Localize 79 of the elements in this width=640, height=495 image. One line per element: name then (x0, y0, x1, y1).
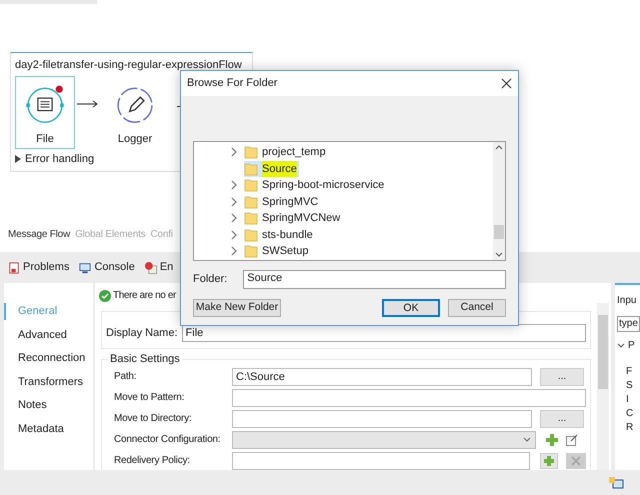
folder-icon (244, 162, 258, 176)
browse-button[interactable]: ... (540, 368, 584, 386)
tree-item[interactable]: P (628, 338, 635, 353)
properties-nav-item[interactable]: Metadata (4, 420, 93, 437)
dialog-title: Browse For Folder (187, 76, 278, 92)
field-label: Move to Directory: (113, 412, 193, 426)
folder-item[interactable]: sts-bundle (244, 226, 315, 243)
chevron-right-icon[interactable] (230, 213, 238, 224)
scrollbar[interactable] (597, 303, 609, 470)
problems-icon (8, 262, 20, 274)
scrollbar-thumb[interactable] (598, 315, 608, 389)
panel-tab[interactable]: Inpu (617, 293, 640, 308)
delete-icon[interactable] (566, 452, 586, 468)
text-field[interactable] (232, 452, 530, 470)
field-label: Path: (113, 370, 138, 384)
dialog-button[interactable]: Make New Folder (193, 299, 281, 317)
folder-icon (244, 244, 258, 258)
folder-label: Folder: (193, 272, 228, 288)
folder-item[interactable]: Spring-boot-microservice (244, 177, 386, 194)
chevron-right-icon[interactable] (230, 147, 238, 158)
error-log-icon (144, 262, 157, 274)
folder-item[interactable]: Source (244, 160, 299, 177)
editor-tab[interactable]: Message Flow (8, 227, 70, 242)
perspective-icon[interactable] (608, 474, 624, 490)
properties-nav-item[interactable]: Transformers (4, 374, 93, 390)
tree-item[interactable]: C (626, 407, 640, 421)
tree-item[interactable]: R (626, 421, 640, 435)
folder-icon (244, 194, 258, 209)
scrollbar[interactable] (493, 142, 505, 260)
chevron-right-icon[interactable] (230, 246, 238, 256)
text-field[interactable] (232, 410, 532, 428)
monitor-icon (79, 262, 92, 274)
field-label: Connector Configuration: (113, 433, 222, 447)
check-circle-icon (99, 290, 111, 302)
folder-icon (244, 211, 258, 226)
folder-item[interactable]: project_temp (244, 144, 328, 160)
properties-nav-item[interactable]: Notes (4, 397, 93, 414)
properties-nav-item[interactable]: Advanced (4, 326, 93, 343)
scrollbar-thumb[interactable] (494, 225, 504, 239)
folder-icon (244, 145, 258, 160)
chevron-right-icon[interactable] (230, 180, 238, 190)
folder-item[interactable]: SpringMVCNew (244, 210, 342, 226)
arrow-icon (77, 100, 99, 108)
add-icon[interactable] (546, 434, 558, 446)
field-label: Redelivery Policy: (113, 454, 191, 468)
view-tab[interactable]: Console (94, 259, 135, 276)
expand-triangle-icon[interactable] (15, 154, 21, 163)
error-handling-label[interactable]: Error handling (25, 150, 94, 167)
close-icon[interactable] (501, 78, 512, 89)
chevron-right-icon[interactable] (230, 196, 238, 207)
caret-icon (523, 436, 531, 442)
properties-nav-item[interactable]: Reconnection (4, 350, 93, 366)
folder-field[interactable]: Source (243, 270, 506, 289)
folder-icon (244, 228, 258, 242)
view-tab[interactable]: En (160, 259, 174, 276)
browse-button[interactable]: ... (540, 410, 584, 428)
folder-item[interactable]: SWSetup (244, 243, 310, 260)
view-tab[interactable]: Problems (23, 259, 70, 276)
ok-button[interactable]: OK (382, 299, 440, 317)
flow-node[interactable]: File (15, 76, 75, 148)
edit-icon[interactable] (566, 434, 578, 446)
text-field[interactable]: C:\Source (232, 368, 532, 386)
chevron-right-icon[interactable] (230, 230, 238, 240)
add-icon[interactable] (540, 452, 558, 468)
flow-title: day2-filetransfer-using-regular-expressionFlow (15, 58, 243, 73)
flow-node[interactable]: Logger (105, 76, 165, 148)
folder-item[interactable]: SpringMVC (244, 194, 320, 210)
folder-icon (244, 178, 258, 192)
status-message: There are no er (113, 289, 176, 303)
field-label: Display Name: (106, 326, 178, 341)
field-label: Move to Pattern: (113, 391, 186, 405)
dialog-button[interactable]: Cancel (448, 299, 506, 317)
tree-item[interactable]: I (626, 393, 640, 407)
chevron-down-icon[interactable] (617, 342, 625, 348)
group-title: Basic Settings (108, 353, 182, 366)
filter-field[interactable]: type (617, 316, 640, 332)
tree-item[interactable]: F (626, 365, 640, 379)
tree-item[interactable]: S (626, 379, 640, 393)
text-field[interactable] (232, 388, 586, 406)
